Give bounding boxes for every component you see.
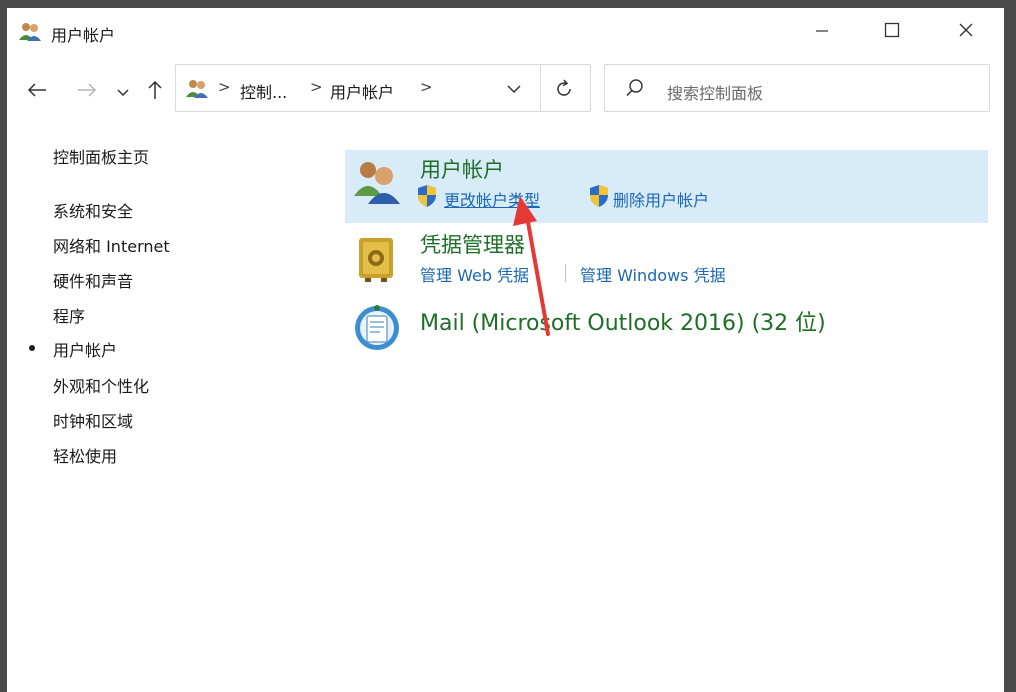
- address-divider: [540, 65, 541, 111]
- chevron-down-icon: [116, 83, 130, 102]
- forward-button[interactable]: [73, 78, 101, 106]
- shield-icon: [588, 184, 610, 208]
- sidebar-home-link[interactable]: 控制面板主页: [53, 144, 149, 168]
- address-dropdown-button[interactable]: [504, 79, 524, 99]
- manage-windows-credentials-link[interactable]: 管理 Windows 凭据: [580, 262, 726, 286]
- arrow-right-icon: [77, 82, 97, 102]
- shield-icon: [416, 184, 438, 208]
- breadcrumb-control-panel[interactable]: 控制...: [240, 79, 287, 103]
- refresh-icon[interactable]: [552, 77, 576, 101]
- remove-user-account-link[interactable]: 删除用户帐户: [613, 187, 709, 211]
- sidebar-item-ease-of-access[interactable]: 轻松使用: [53, 443, 117, 467]
- sidebar-item-system-security[interactable]: 系统和安全: [53, 198, 133, 222]
- address-bar[interactable]: > 控制... > 用户帐户 >: [175, 64, 591, 112]
- category-title-mail[interactable]: Mail (Microsoft Outlook 2016) (32 位): [420, 305, 826, 337]
- sidebar-item-user-accounts[interactable]: 用户帐户: [53, 337, 117, 361]
- link-separator: [565, 264, 566, 282]
- breadcrumb-separator[interactable]: >: [420, 78, 433, 96]
- close-button[interactable]: [943, 18, 989, 46]
- minimize-icon: [815, 23, 829, 42]
- breadcrumb-separator[interactable]: >: [310, 78, 323, 96]
- window-title: 用户帐户: [51, 26, 116, 45]
- recent-locations-button[interactable]: [109, 78, 137, 106]
- arrow-up-icon: [147, 80, 163, 104]
- breadcrumb-separator[interactable]: >: [218, 78, 231, 96]
- search-input[interactable]: 搜索控制面板: [604, 64, 990, 112]
- credential-manager-icon[interactable]: [351, 232, 403, 284]
- selected-bullet: [29, 345, 35, 351]
- minimize-button[interactable]: [799, 18, 845, 46]
- sidebar-item-hardware-sound[interactable]: 硬件和声音: [53, 268, 133, 292]
- category-title-credential-manager[interactable]: 凭据管理器: [420, 229, 525, 259]
- arrow-left-icon: [27, 82, 47, 102]
- sidebar-item-appearance[interactable]: 外观和个性化: [53, 373, 149, 397]
- change-account-type-link[interactable]: 更改帐户类型: [444, 187, 540, 211]
- sidebar-item-clock-region[interactable]: 时钟和区域: [53, 408, 133, 432]
- mail-icon[interactable]: [351, 302, 403, 354]
- maximize-button[interactable]: [869, 18, 915, 46]
- up-button[interactable]: [141, 78, 169, 106]
- user-accounts-icon[interactable]: [351, 156, 403, 208]
- close-icon: [958, 22, 974, 42]
- maximize-icon: [884, 22, 900, 42]
- title-bar: 用户帐户: [7, 8, 1004, 54]
- control-panel-window: 用户帐户 > 控制... > 用户帐户 > 搜索控制面板 控制面板主页 系统和安…: [7, 8, 1004, 692]
- search-placeholder: 搜索控制面板: [667, 84, 764, 103]
- search-icon: [625, 78, 645, 98]
- back-button[interactable]: [23, 78, 51, 106]
- manage-web-credentials-link[interactable]: 管理 Web 凭据: [420, 262, 529, 286]
- users-icon: [19, 21, 41, 41]
- sidebar-item-programs[interactable]: 程序: [53, 303, 85, 327]
- sidebar-item-network-internet[interactable]: 网络和 Internet: [53, 233, 170, 257]
- users-icon: [186, 78, 208, 98]
- category-title-user-accounts[interactable]: 用户帐户: [420, 154, 504, 184]
- breadcrumb-user-accounts[interactable]: 用户帐户: [330, 79, 394, 103]
